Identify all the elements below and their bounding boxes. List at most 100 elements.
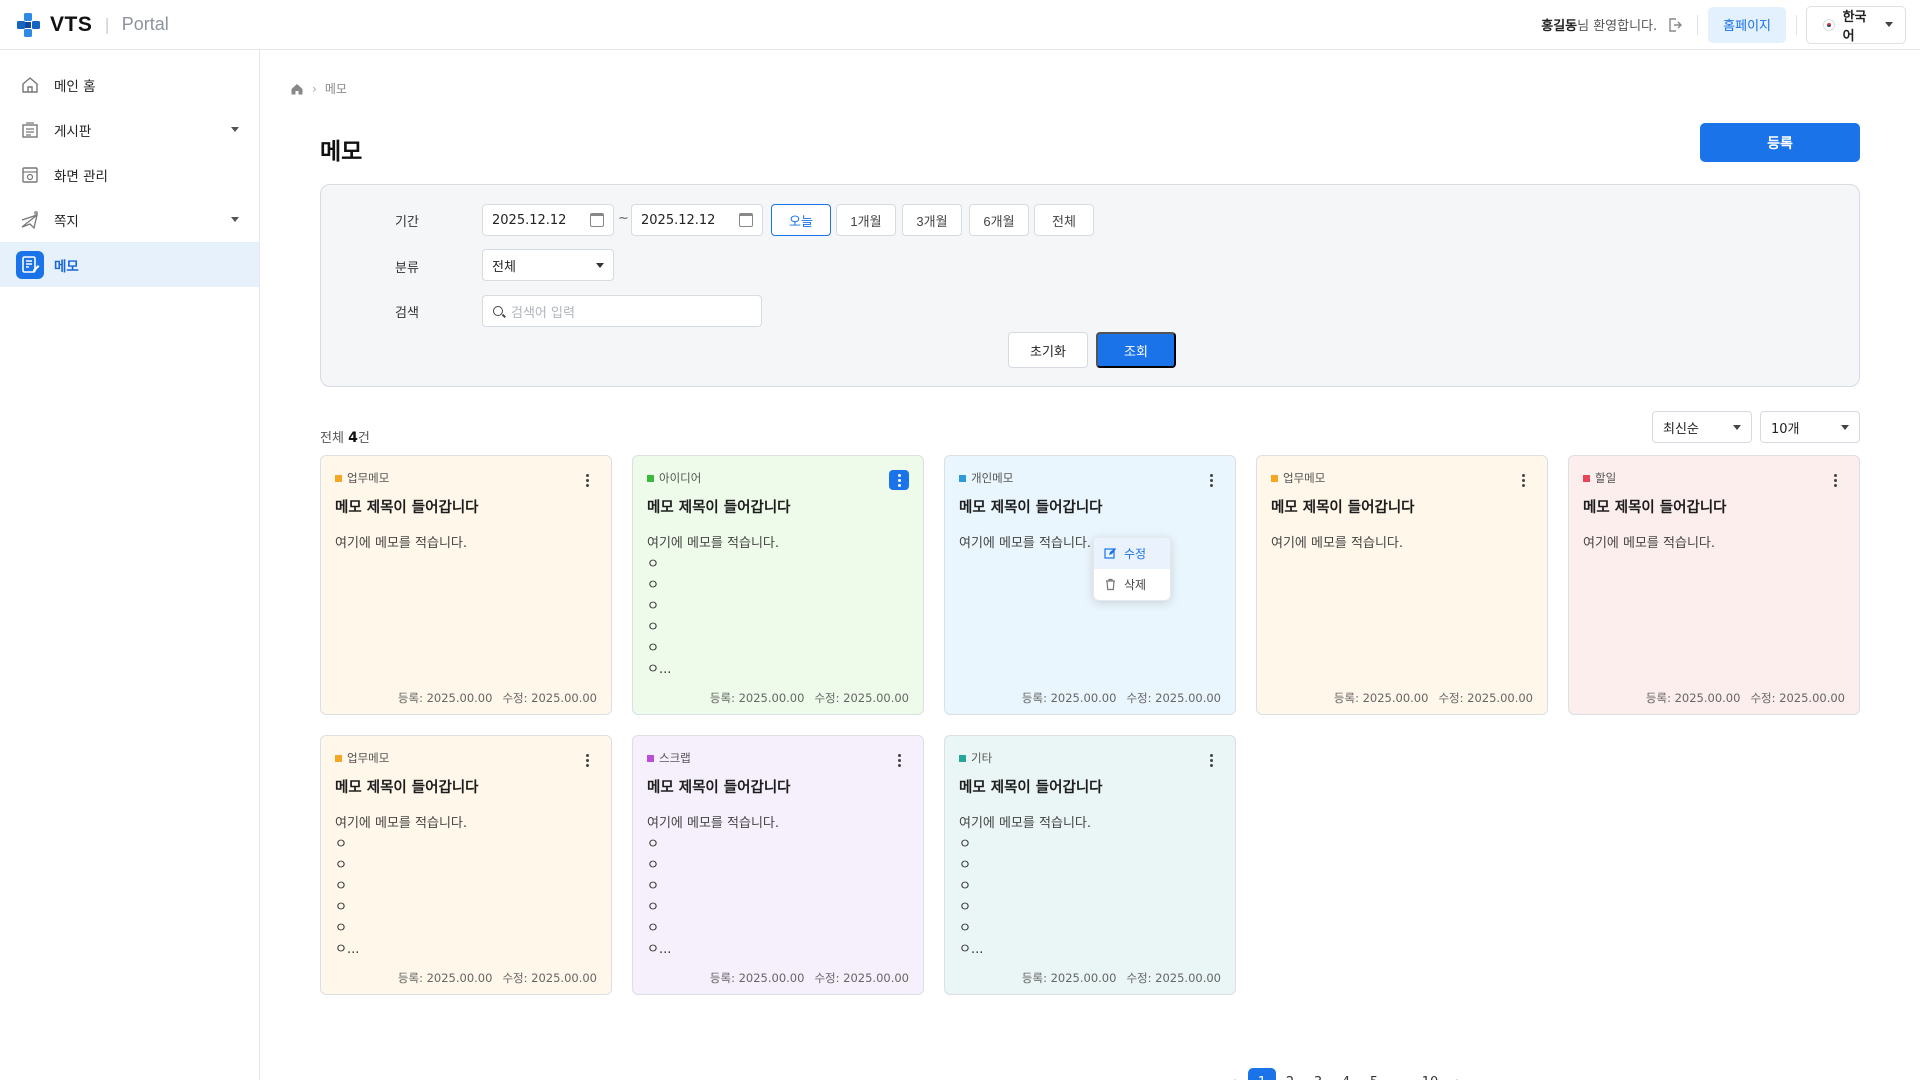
page-number[interactable]: 5 [1360, 1068, 1388, 1080]
header-divider [1796, 14, 1797, 35]
memo-bullet: ㅇ [335, 921, 347, 936]
memo-body: 여기에 메모를 적습니다. [959, 816, 1091, 831]
more-options-icon[interactable] [1201, 750, 1221, 770]
page-size-select[interactable]: 10개 [1760, 411, 1860, 443]
memo-modified-date: 수정: 2025.00.00 [1750, 691, 1845, 705]
memo-card[interactable]: 할일 메모 제목이 들어갑니다 여기에 메모를 적습니다. 등록: 2025.00.0… [1568, 455, 1860, 715]
logo-divider: | [104, 15, 110, 34]
memo-card[interactable]: 업무메모 메모 제목이 들어갑니다 여기에 메모를 적습니다. 등록: 2025.00… [320, 455, 612, 715]
memo-bullet: ㅇ [647, 578, 659, 593]
logo[interactable]: VTS | Portal [14, 10, 169, 40]
page-size-value: 10개 [1771, 421, 1800, 437]
period-3month-button[interactable]: 3개월 [902, 204, 962, 236]
memo-bullet: ㅇ [647, 599, 659, 614]
sort-value: 최신순 [1663, 421, 1699, 437]
sidebar-item-board[interactable]: 게시판 [0, 107, 259, 152]
memo-body: 여기에 메모를 적습니다. [1271, 536, 1403, 551]
home-icon[interactable] [290, 82, 304, 96]
page-number[interactable]: 3 [1304, 1068, 1332, 1080]
memo-title: 메모 제목이 들어갑니다 [647, 780, 791, 796]
message-icon [21, 210, 39, 229]
search-icon [493, 306, 503, 316]
memo-card[interactable]: 아이디어 메모 제목이 들어갑니다 여기에 메모를 적습니다. ㅇㅇㅇㅇㅇㅇ... 등록… [632, 455, 924, 715]
more-options-icon[interactable] [1201, 470, 1221, 490]
page-number[interactable]: 1 [1248, 1068, 1276, 1080]
edit-menu-item[interactable]: 수정 [1094, 538, 1170, 569]
next-page-icon[interactable]: › [1444, 1068, 1472, 1080]
edit-label: 수정 [1124, 547, 1147, 561]
chevron-down-icon [231, 127, 239, 132]
more-options-icon[interactable] [889, 750, 909, 770]
sidebar-item-message[interactable]: 쪽지 [0, 197, 259, 242]
period-1month-button[interactable]: 1개월 [836, 204, 896, 236]
more-options-icon[interactable] [577, 750, 597, 770]
sidebar-item-main-home[interactable]: 메인 홈 [0, 62, 259, 107]
memo-bullet-list: ㅇㅇㅇㅇㅇㅇ... [647, 554, 909, 680]
memo-bullet: ㅇ [335, 858, 347, 873]
memo-card[interactable]: 업무메모 메모 제목이 들어갑니다 여기에 메모를 적습니다. 등록: 2025.00… [1256, 455, 1548, 715]
sidebar-item-memo[interactable]: 메모 [0, 242, 259, 287]
search-button[interactable]: 조회 [1096, 332, 1176, 368]
register-button[interactable]: 등록 [1700, 123, 1860, 162]
logo-subtitle: Portal [121, 14, 169, 34]
more-options-icon[interactable] [889, 470, 909, 490]
memo-created-date: 등록: 2025.00.00 [709, 691, 805, 705]
memo-body: 여기에 메모를 적습니다. [959, 536, 1091, 551]
more-options-icon[interactable] [1825, 470, 1845, 490]
homepage-button[interactable]: 홈페이지 [1708, 6, 1786, 43]
sidebar-item-label: 화면 관리 [54, 168, 108, 185]
logout-icon[interactable] [1667, 17, 1683, 33]
date-to-input[interactable]: 2025.12.12 [631, 204, 763, 236]
memo-bullet: ㅇ [959, 900, 971, 915]
memo-card[interactable]: 스크랩 메모 제목이 들어갑니다 여기에 메모를 적습니다. ㅇㅇㅇㅇㅇㅇ... 등록:… [632, 735, 924, 995]
memo-title: 메모 제목이 들어갑니다 [647, 500, 791, 516]
memo-category: 업무메모 [347, 751, 390, 765]
memo-modified-date: 수정: 2025.00.00 [814, 971, 909, 985]
reset-button[interactable]: 초기화 [1008, 332, 1088, 368]
delete-label: 삭제 [1124, 578, 1147, 592]
period-6month-button[interactable]: 6개월 [969, 204, 1029, 236]
category-color-marker [647, 754, 654, 762]
memo-category: 아이디어 [659, 471, 702, 485]
period-today-button[interactable]: 오늘 [771, 204, 831, 236]
language-select[interactable]: 한국어 [1806, 5, 1906, 44]
memo-bullet: ㅇ [647, 837, 659, 852]
calendar-icon[interactable] [739, 213, 753, 227]
memo-dates: 등록: 2025.00.00 수정: 2025.00.00 [1646, 690, 1845, 706]
category-color-marker [647, 474, 654, 482]
memo-card[interactable]: 개인메모 메모 제목이 들어갑니다 여기에 메모를 적습니다. 등록: 2025.00… [944, 455, 1236, 715]
category-color-marker [335, 754, 342, 762]
memo-card[interactable]: 업무메모 메모 제목이 들어갑니다 여기에 메모를 적습니다. ㅇㅇㅇㅇㅇㅇ... 등록… [320, 735, 612, 995]
page-number[interactable]: 10 [1416, 1068, 1444, 1080]
memo-bullet: ㅇ [647, 900, 659, 915]
delete-menu-item[interactable]: 삭제 [1094, 569, 1170, 600]
memo-bullet: ㅇ [647, 858, 659, 873]
page-number[interactable]: 4 [1332, 1068, 1360, 1080]
memo-body: 여기에 메모를 적습니다. [1583, 536, 1715, 551]
memo-created-date: 등록: 2025.00.00 [709, 971, 805, 985]
header-actions: 홍길동님 환영합니다. 홈페이지 한국어 [1541, 5, 1906, 44]
chevron-down-icon [1841, 424, 1849, 430]
prev-page-icon[interactable]: ‹ [1220, 1068, 1248, 1080]
sidebar-item-screen-management[interactable]: 화면 관리 [0, 152, 259, 197]
memo-bullet: ㅇ [335, 837, 347, 852]
welcome-message: 홍길동님 환영합니다. [1541, 15, 1657, 34]
memo-card[interactable]: 기타 메모 제목이 들어갑니다 여기에 메모를 적습니다. ㅇㅇㅇㅇㅇㅇ... 등록: … [944, 735, 1236, 995]
category-select[interactable]: 전체 [482, 249, 614, 281]
screen-settings-icon [22, 166, 38, 183]
filter-panel: 기간 2025.12.12 ~ 2025.12.12 오늘 1개월 3개월 6개… [320, 184, 1860, 387]
home-icon [22, 76, 38, 93]
search-input[interactable]: 검색어 입력 [482, 295, 762, 327]
memo-dates: 등록: 2025.00.00 수정: 2025.00.00 [710, 970, 909, 986]
memo-bullet: ㅇ [335, 879, 347, 894]
period-all-button[interactable]: 전체 [1034, 204, 1094, 236]
more-options-icon[interactable] [1513, 470, 1533, 490]
total-suffix: 건 [357, 431, 370, 446]
memo-category: 개인메모 [971, 471, 1014, 485]
page-number[interactable]: 2 [1276, 1068, 1304, 1080]
calendar-icon[interactable] [590, 213, 604, 227]
more-options-icon[interactable] [577, 470, 597, 490]
memo-bullet: ㅇ [647, 921, 659, 936]
sort-select[interactable]: 최신순 [1652, 411, 1752, 443]
date-from-input[interactable]: 2025.12.12 [482, 204, 614, 236]
